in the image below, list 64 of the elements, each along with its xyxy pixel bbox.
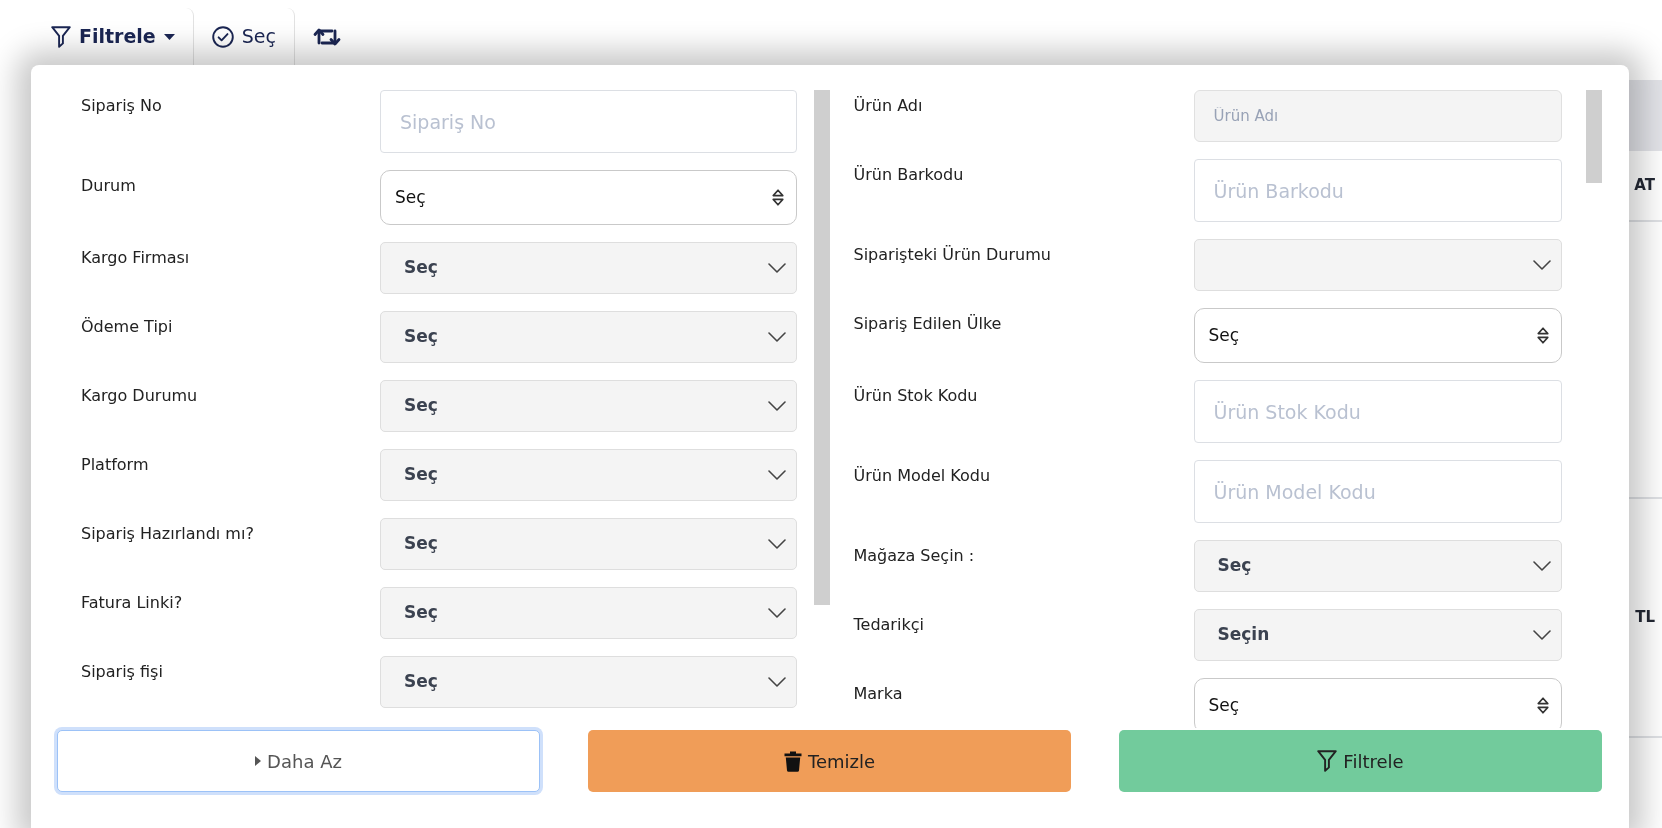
repeat-icon bbox=[312, 26, 341, 47]
chevron-down-icon bbox=[767, 470, 786, 480]
field-label: Kargo Firması bbox=[81, 247, 191, 269]
field-label: Ürün Stok Kodu bbox=[853, 385, 979, 407]
text-field[interactable]: Ürün Barkodu bbox=[1193, 159, 1562, 222]
field-label: Tedarikçi bbox=[853, 614, 925, 636]
up-down-arrows-icon bbox=[1537, 697, 1549, 714]
select-field[interactable]: Seç bbox=[380, 311, 797, 363]
select-field[interactable]: Seç bbox=[380, 170, 797, 225]
field-label: Ürün Adı bbox=[853, 95, 924, 117]
filter-icon bbox=[51, 25, 71, 48]
select-field[interactable]: Seç bbox=[1193, 308, 1562, 363]
field-label: Siparişteki Ürün Durumu bbox=[853, 244, 1052, 266]
field-label: Marka bbox=[853, 683, 904, 705]
field-label: Sipariş fişi bbox=[81, 661, 164, 683]
field-label: Sipariş Edilen Ülke bbox=[853, 313, 1003, 335]
chevron-down-icon bbox=[1533, 561, 1551, 571]
filter-button[interactable]: Filtrele bbox=[1119, 730, 1602, 792]
text-field[interactable]: Ürün Adı bbox=[1193, 90, 1562, 142]
column-header: AT bbox=[1634, 175, 1655, 197]
chevron-down-icon bbox=[767, 332, 786, 342]
field-label: Sipariş No bbox=[81, 95, 163, 117]
table-cell-text: TL bbox=[1635, 607, 1655, 629]
check-circle-icon bbox=[211, 25, 234, 48]
field-label: Ürün Model Kodu bbox=[853, 465, 992, 487]
field-label: Mağaza Seçin : bbox=[853, 545, 976, 567]
chevron-down-icon bbox=[767, 401, 786, 411]
field-label: Platform bbox=[81, 454, 150, 476]
show-less-button[interactable]: Daha Az bbox=[57, 730, 540, 792]
filter-icon bbox=[1317, 750, 1338, 772]
text-field[interactable]: Ürün Model Kodu bbox=[1193, 460, 1562, 523]
up-down-arrows-icon bbox=[1537, 327, 1549, 344]
chevron-down-icon bbox=[767, 539, 786, 549]
select-field[interactable]: Seç bbox=[380, 242, 797, 294]
select-field[interactable]: Seç bbox=[1193, 678, 1562, 728]
select-field[interactable]: Seç bbox=[380, 380, 797, 432]
select-field[interactable]: Seç bbox=[380, 518, 797, 570]
caret-down-icon bbox=[163, 33, 175, 40]
select-field[interactable]: Seç bbox=[1193, 540, 1562, 592]
select-field[interactable]: Seç bbox=[380, 656, 797, 708]
field-label: Ödeme Tipi bbox=[81, 316, 174, 338]
scrollbar-thumb[interactable] bbox=[813, 90, 830, 605]
field-label: Sipariş Hazırlandı mı? bbox=[81, 523, 255, 545]
text-field[interactable]: Ürün Stok Kodu bbox=[1193, 380, 1562, 443]
select-field[interactable] bbox=[1193, 239, 1562, 291]
chevron-down-icon bbox=[767, 677, 786, 687]
field-label: Fatura Linki? bbox=[81, 592, 184, 614]
trash-icon bbox=[783, 750, 802, 772]
table-header-band bbox=[1629, 80, 1662, 151]
caret-right-icon bbox=[255, 756, 262, 766]
chevron-down-icon bbox=[767, 263, 786, 273]
chevron-down-icon bbox=[767, 608, 786, 618]
chevron-down-icon bbox=[1533, 630, 1551, 640]
up-down-arrows-icon bbox=[771, 189, 784, 206]
clear-button[interactable]: Temizle bbox=[588, 730, 1071, 792]
field-label: Ürün Barkodu bbox=[853, 164, 965, 186]
text-field[interactable]: Sipariş No bbox=[380, 90, 797, 153]
select-field[interactable]: Seç bbox=[380, 587, 797, 639]
select-field[interactable]: Seç bbox=[380, 449, 797, 501]
scrollbar-thumb[interactable] bbox=[1586, 90, 1602, 183]
select-field[interactable]: Seçin bbox=[1193, 609, 1562, 661]
field-label: Durum bbox=[81, 175, 137, 197]
field-label: Kargo Durumu bbox=[81, 385, 199, 407]
chevron-down-icon bbox=[1533, 260, 1551, 270]
